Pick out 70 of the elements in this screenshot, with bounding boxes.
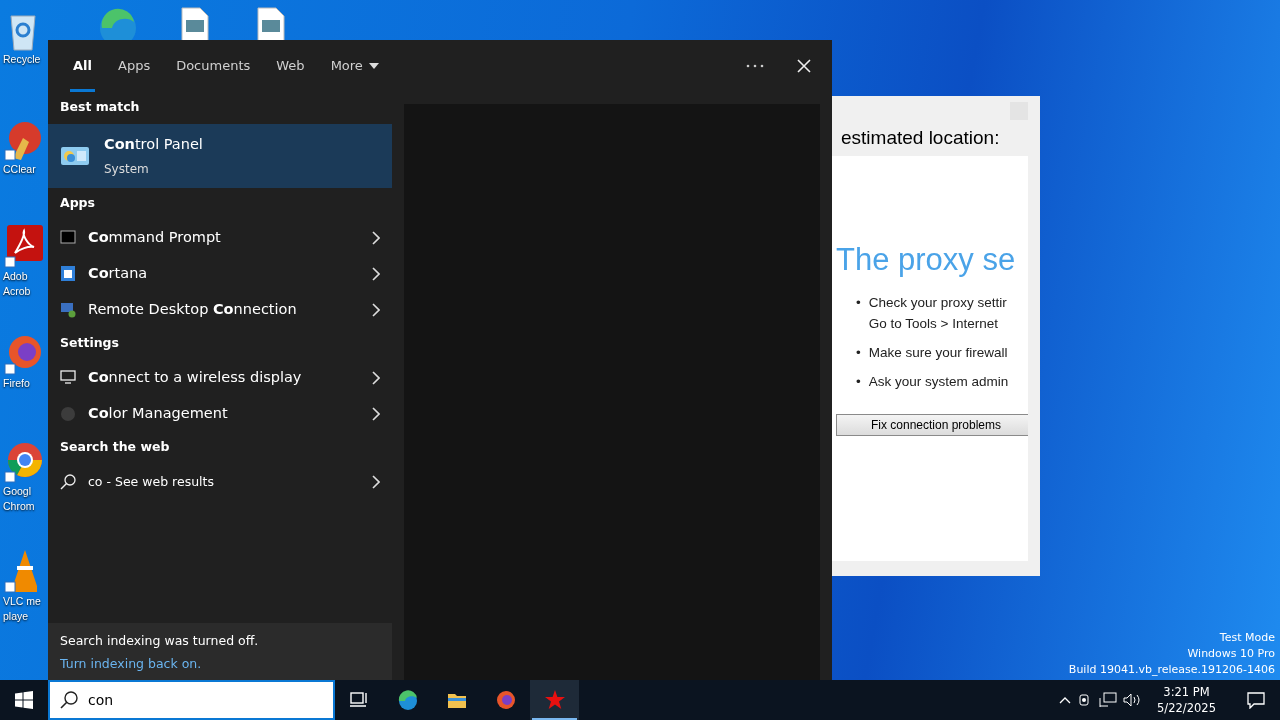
circle-icon (60, 406, 76, 422)
best-match-result[interactable]: Control Panel System (48, 124, 392, 188)
icon-label[interactable]: Recycle (3, 52, 41, 67)
app-icon (60, 266, 76, 282)
chevron-icon (372, 303, 380, 317)
speech-bubble-icon[interactable] (1247, 691, 1265, 709)
icon-label[interactable]: Googl (3, 484, 32, 499)
star-app-button[interactable] (530, 680, 579, 720)
fox-browser-icon[interactable] (495, 690, 516, 710)
search-bar[interactable]: con (48, 680, 335, 720)
chevron-icon (372, 475, 380, 489)
search-result[interactable]: Color Management (48, 396, 392, 432)
round-browser-icon[interactable] (3, 440, 43, 484)
turn-indexing-on-link[interactable]: Turn indexing back on. (60, 654, 202, 674)
icon-label[interactable]: Acrob (3, 284, 31, 299)
system-info-text: Windows 10 Pro (1186, 646, 1275, 662)
section-heading: Apps (59, 194, 96, 212)
location-heading: estimated location: (840, 125, 1001, 150)
icon-label[interactable]: playe (3, 609, 29, 624)
search-input[interactable]: con (88, 688, 288, 712)
volume-icon[interactable] (1123, 692, 1142, 708)
section-heading: Best match (59, 98, 141, 116)
tab[interactable]: All (60, 40, 105, 92)
icon-label[interactable]: Chrom (3, 499, 35, 514)
chevron-up-icon[interactable] (1059, 696, 1072, 704)
fix-connection-button[interactable]: Fix connection problems (836, 414, 1028, 436)
clock[interactable]: 3:21 PM 5/22/2025 (1147, 684, 1226, 716)
section-heading: Settings (59, 334, 120, 352)
tab[interactable]: Documents (163, 40, 264, 92)
system-info-text: Build 19041.vb_release.191206-1406 (1068, 662, 1275, 678)
chevron-icon (372, 371, 380, 385)
icon-label[interactable]: Adob (3, 269, 28, 284)
bullet-text: Make sure your firewall (868, 344, 1008, 362)
icon-label[interactable]: CClear (3, 162, 36, 177)
chevron-icon (372, 407, 380, 421)
bullet-text: Check your proxy settir Go to Tools > Internet (868, 294, 1007, 333)
search-icon (60, 474, 76, 490)
error-title: The proxy se (835, 241, 1017, 279)
chevron-icon (372, 231, 380, 245)
section-heading: Search the web (59, 438, 171, 456)
close-icon[interactable] (796, 58, 812, 74)
system-info-text: Test Mode (1218, 630, 1275, 646)
network-icon[interactable] (1099, 692, 1118, 708)
tab[interactable]: Apps (105, 40, 164, 92)
search-result[interactable]: Command Prompt (48, 220, 392, 256)
icon-label[interactable]: VLC me (3, 594, 41, 609)
search-result[interactable]: Remote Desktop Connection (48, 292, 392, 328)
icon-label[interactable]: Firefo (3, 376, 30, 391)
windows-logo-icon[interactable] (15, 691, 33, 709)
search-result[interactable]: Cortana (48, 256, 392, 292)
ellipsis-icon[interactable] (746, 64, 764, 68)
pdf-reader-icon[interactable] (3, 225, 43, 269)
terminal-icon (60, 230, 76, 246)
remote-desktop-icon (60, 302, 76, 318)
search-result[interactable]: Connect to a wireless display (48, 360, 392, 396)
tab[interactable]: More (317, 40, 392, 92)
indexing-notice: Search indexing was turned off. (60, 632, 260, 650)
star-app-icon[interactable] (544, 690, 565, 710)
chevron-icon (372, 267, 380, 281)
bullet-marker: • (856, 373, 861, 391)
control-panel-icon (60, 145, 90, 167)
bullet-text: Ask your system admin (868, 373, 1009, 391)
task-view-icon[interactable] (349, 690, 369, 710)
search-icon[interactable] (60, 691, 78, 709)
bullet-marker: • (856, 294, 861, 312)
browser-icon[interactable] (397, 690, 418, 710)
tab[interactable]: Web (263, 40, 318, 92)
monitor-icon (60, 370, 76, 386)
bullet-marker: • (856, 344, 861, 362)
search-result[interactable]: co - See web results (48, 464, 392, 500)
